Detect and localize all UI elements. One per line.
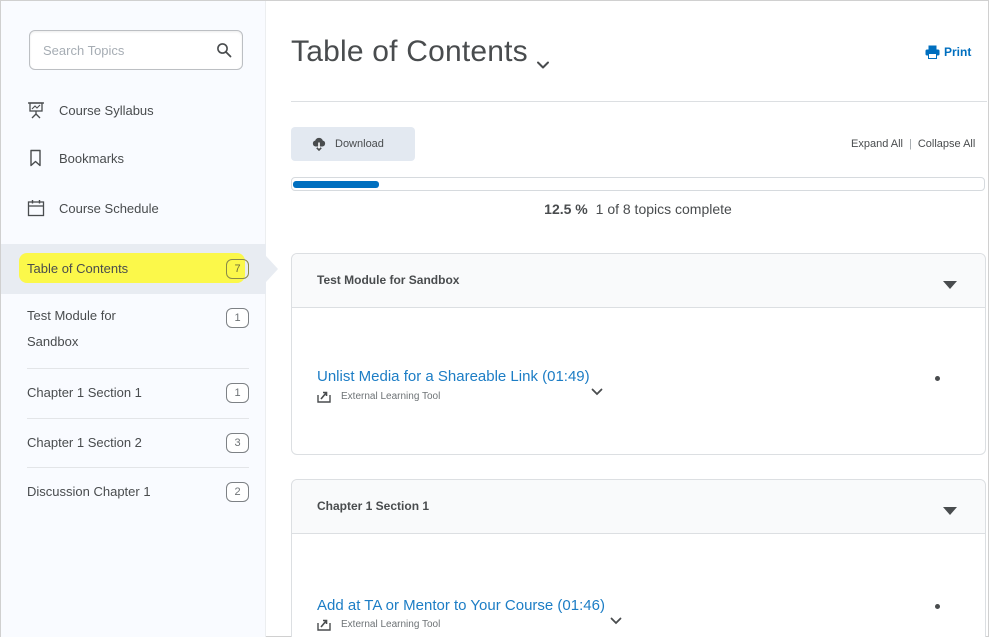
- page-title: Table of Contents: [291, 35, 528, 68]
- sidebar-item-course-syllabus[interactable]: Course Syllabus: [27, 98, 154, 122]
- sidebar-item-label: Bookmarks: [59, 150, 125, 166]
- external-tool-icon: [317, 390, 331, 403]
- module-card-header[interactable]: Chapter 1 Section 1: [292, 480, 985, 534]
- divider: [27, 467, 249, 468]
- sidebar-item-label: Course Syllabus: [59, 102, 154, 118]
- divider: [27, 418, 249, 419]
- printer-icon: [925, 45, 940, 59]
- external-tool-icon: [317, 618, 331, 631]
- module-card: Chapter 1 Section 1 Add at TA or Mentor …: [291, 479, 986, 637]
- topic-link[interactable]: Add at TA or Mentor to Your Course (01:4…: [317, 597, 605, 614]
- module-title: Test Module for Sandbox: [317, 273, 460, 287]
- search-input[interactable]: [30, 31, 210, 69]
- download-button[interactable]: Download: [291, 127, 415, 161]
- sidebar-item-label: Chapter 1 Section 1: [27, 385, 142, 400]
- chevron-down-icon[interactable]: [610, 612, 622, 625]
- chevron-down-icon[interactable]: [536, 57, 550, 69]
- progress-summary: 12.5 % 1 of 8 topics complete: [291, 201, 985, 217]
- expand-all-link[interactable]: Expand All: [851, 138, 903, 150]
- cloud-download-icon: [312, 137, 326, 151]
- sidebar: Course Syllabus Bookmarks Course Schedul…: [1, 1, 278, 637]
- count-badge: 1: [226, 383, 249, 403]
- search-box: [29, 30, 243, 70]
- sidebar-item-label: Course Schedule: [59, 200, 159, 216]
- module-card-header[interactable]: Test Module for Sandbox: [292, 254, 985, 308]
- sidebar-item-label: Test Module for: [27, 308, 116, 323]
- count-badge: 1: [226, 308, 249, 328]
- chevron-down-icon[interactable]: [591, 383, 603, 396]
- sidebar-item-bookmarks[interactable]: Bookmarks: [27, 146, 124, 170]
- sidebar-item-course-schedule[interactable]: Course Schedule: [27, 196, 159, 220]
- print-label: Print: [944, 45, 972, 59]
- calendar-icon: [27, 199, 45, 217]
- sidebar-item-label: Sandbox: [27, 334, 79, 349]
- print-button[interactable]: Print: [925, 45, 971, 59]
- sidebar-item-label: Discussion Chapter 1: [27, 484, 151, 499]
- sidebar-item-label: Chapter 1 Section 2: [27, 435, 142, 450]
- status-dot: [935, 376, 940, 381]
- sidebar-toc-row[interactable]: Table of Contents 7: [27, 256, 249, 282]
- sidebar-item-chapter-1-section-1[interactable]: Chapter 1 Section 1 1: [27, 380, 249, 406]
- presentation-icon: [27, 101, 45, 119]
- topic-type-label: External Learning Tool: [341, 391, 441, 402]
- count-badge: 2: [226, 482, 249, 502]
- sidebar-item-discussion-chapter-1[interactable]: Discussion Chapter 1 2: [27, 479, 249, 505]
- count-badge: 7: [226, 259, 249, 279]
- expand-collapse-links: Expand All | Collapse All: [851, 138, 975, 150]
- divider: [27, 368, 249, 369]
- progress-count-text: 1 of 8 topics complete: [595, 201, 732, 217]
- caret-down-icon[interactable]: [943, 503, 957, 515]
- topic-link[interactable]: Unlist Media for a Shareable Link (01:49…: [317, 368, 590, 385]
- download-label: Download: [335, 138, 384, 150]
- separator: |: [908, 138, 912, 150]
- sidebar-item-chapter-1-section-2[interactable]: Chapter 1 Section 2 3: [27, 430, 249, 456]
- topic-type: External Learning Tool: [317, 390, 440, 403]
- divider: [291, 101, 987, 102]
- bookmark-icon: [27, 149, 45, 167]
- topic-type: External Learning Tool: [317, 618, 440, 631]
- progress-percent: 12.5 %: [544, 201, 588, 217]
- sidebar-item-test-module[interactable]: Test Module for Sandbox 1: [27, 303, 249, 355]
- status-dot: [935, 604, 940, 609]
- sidebar-item-label: Table of Contents: [27, 261, 129, 276]
- caret-down-icon[interactable]: [943, 277, 957, 289]
- count-badge: 3: [226, 433, 249, 453]
- module-title: Chapter 1 Section 1: [317, 499, 430, 513]
- topic-type-label: External Learning Tool: [341, 619, 441, 630]
- progress-bar-fill: [293, 181, 379, 188]
- module-card: Test Module for Sandbox Unlist Media for…: [291, 253, 986, 455]
- progress-bar: [291, 177, 985, 191]
- search-icon[interactable]: [216, 42, 232, 58]
- collapse-all-link[interactable]: Collapse All: [918, 138, 975, 150]
